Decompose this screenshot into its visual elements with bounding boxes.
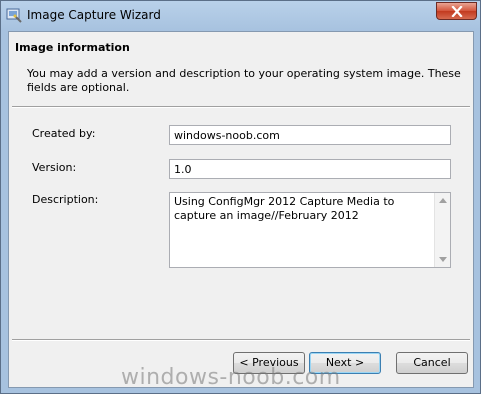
cancel-button[interactable]: Cancel: [396, 352, 468, 374]
wizard-client-area: Image information You may add a version …: [8, 31, 474, 388]
version-field[interactable]: [169, 159, 451, 179]
created-by-label: Created by:: [32, 127, 96, 140]
wizard-app-icon: [6, 7, 22, 23]
page-description: You may add a version and description to…: [27, 67, 461, 94]
description-label: Description:: [32, 193, 99, 206]
scroll-up-arrow-icon[interactable]: [439, 198, 447, 203]
footer-divider: [12, 339, 470, 341]
created-by-field[interactable]: [169, 125, 451, 145]
window-title: Image Capture Wizard: [27, 8, 161, 22]
watermark-text: windows-noob.com: [121, 365, 341, 390]
title-bar[interactable]: Image Capture Wizard: [1, 1, 480, 29]
wizard-window: Image Capture Wizard Image information Y…: [0, 0, 481, 394]
close-button[interactable]: [436, 2, 477, 20]
page-title: Image information: [15, 41, 130, 54]
close-icon: [451, 6, 463, 17]
description-text[interactable]: Using ConfigMgr 2012 Capture Media to ca…: [170, 193, 434, 267]
scroll-down-arrow-icon[interactable]: [439, 257, 447, 262]
version-label: Version:: [32, 161, 77, 174]
page-header: Image information You may add a version …: [9, 32, 473, 107]
header-divider: [12, 106, 470, 108]
description-scrollbar[interactable]: [434, 193, 450, 267]
description-field[interactable]: Using ConfigMgr 2012 Capture Media to ca…: [169, 192, 451, 268]
